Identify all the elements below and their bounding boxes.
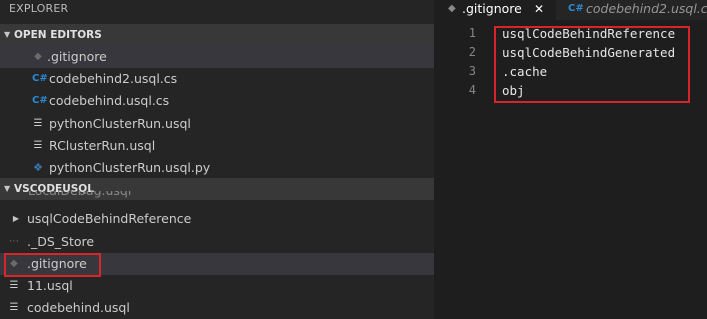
csharp-icon: C#: [568, 3, 584, 14]
open-editor-rclusterrun-usql[interactable]: ☰ RClusterRun.usql: [0, 135, 434, 157]
csharp-icon: C#: [32, 95, 48, 106]
line-number: 1: [468, 26, 476, 40]
line-number: 2: [468, 45, 476, 59]
open-editors-header[interactable]: ▼ OPEN EDITORS: [0, 24, 434, 46]
chevron-down-icon: ▼: [4, 30, 11, 39]
open-editor-label: codebehind2.usql.cs: [49, 71, 178, 86]
open-editor-label: pythonClusterRun.usql: [49, 116, 191, 131]
usql-file-icon: ☰: [9, 302, 19, 313]
csharp-icon: C#: [32, 73, 48, 84]
git-diamond-icon: ◆: [10, 258, 18, 269]
tab-label: .gitignore: [462, 1, 522, 16]
tree-item-label: LocalDebug.usql: [28, 191, 131, 200]
open-editor-label: .gitignore: [47, 49, 107, 64]
code-line[interactable]: obj: [502, 81, 525, 100]
tree-item-label: ._DS_Store: [27, 234, 95, 249]
tree-item-label: .gitignore: [27, 256, 87, 271]
code-line[interactable]: .cache: [502, 62, 547, 81]
open-editor-label: RClusterRun.usql: [49, 138, 156, 153]
open-editors-label: OPEN EDITORS: [14, 29, 102, 41]
usql-file-icon: ☰: [33, 140, 43, 151]
tree-item-ds-store[interactable]: ⋯ ._DS_Store: [0, 231, 434, 253]
python-icon: ❖: [33, 161, 43, 174]
tree-folder-usqlcodebehindreference[interactable]: ▶ usqlCodeBehindReference: [0, 208, 434, 230]
usql-file-icon: ☰: [33, 118, 43, 129]
line-number: 3: [468, 64, 476, 78]
tree-item-11-usql[interactable]: ☰ 11.usql: [0, 275, 434, 297]
code-line[interactable]: usqlCodeBehindGenerated: [502, 43, 675, 62]
open-editor-gitignore[interactable]: ◆ .gitignore: [0, 46, 434, 68]
explorer-sidebar: EXPLORER ▼ OPEN EDITORS ◆ .gitignore C# …: [0, 0, 434, 319]
usql-file-icon: ☰: [9, 280, 19, 291]
tab-codebehind2-cs[interactable]: C# codebehind2.usql.cs: [556, 0, 707, 20]
tab-gitignore[interactable]: ◆ .gitignore ✕: [434, 0, 556, 20]
tab-label: codebehind2.usql.cs: [586, 1, 707, 16]
open-editor-codebehind2-cs[interactable]: C# codebehind2.usql.cs: [0, 68, 434, 90]
open-editor-codebehind-cs[interactable]: C# codebehind.usql.cs: [0, 90, 434, 112]
tree-item-label: usqlCodeBehindReference: [27, 211, 192, 226]
tree-item-partial[interactable]: LocalDebug.usql: [0, 191, 434, 200]
open-editor-label: codebehind.usql.cs: [49, 93, 170, 108]
explorer-title: EXPLORER: [9, 2, 69, 15]
open-editor-pythonclusterrun-usql[interactable]: ☰ pythonClusterRun.usql: [0, 113, 434, 135]
tree-item-label: 11.usql: [27, 278, 73, 293]
git-diamond-icon: ◆: [34, 51, 42, 62]
editor-tab-bar: ◆ .gitignore ✕ C# codebehind2.usql.cs: [434, 0, 707, 20]
close-icon[interactable]: ✕: [534, 0, 544, 18]
open-editor-pythonclusterrun-py[interactable]: ❖ pythonClusterRun.usql.py: [0, 157, 434, 179]
code-editor[interactable]: 1 usqlCodeBehindReference 2 usqlCodeBehi…: [434, 20, 707, 319]
tree-item-gitignore[interactable]: ◆ .gitignore: [0, 253, 434, 275]
line-number: 4: [468, 83, 476, 97]
tree-item-codebehind-usql[interactable]: ☰ codebehind.usql: [0, 297, 434, 319]
code-line[interactable]: usqlCodeBehindReference: [502, 24, 675, 43]
dots-icon: ⋯: [9, 236, 19, 247]
open-editor-label: pythonClusterRun.usql.py: [49, 160, 211, 175]
git-diamond-icon: ◆: [448, 3, 456, 14]
chevron-right-icon: ▶: [12, 214, 20, 223]
tree-item-label: codebehind.usql: [27, 300, 130, 315]
